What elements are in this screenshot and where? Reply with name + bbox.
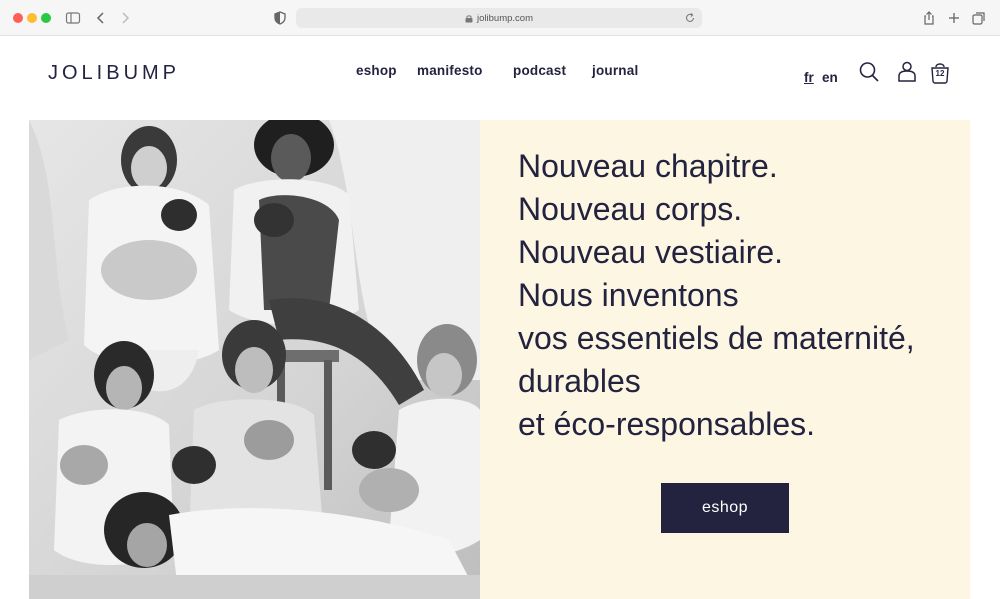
nav-podcast[interactable]: podcast: [513, 63, 566, 78]
headline-line: Nouveau vestiaire.: [518, 234, 784, 270]
forward-icon[interactable]: [116, 9, 134, 27]
url-text: jolibump.com: [477, 12, 533, 24]
cart-count-badge: 12: [935, 69, 945, 78]
search-icon[interactable]: [858, 60, 880, 84]
hero-panel: Nouveau chapitre. Nouveau corps. Nouveau…: [480, 120, 970, 599]
hero-image: [29, 120, 480, 599]
browser-toolbar: jolibump.com: [0, 0, 1000, 36]
back-icon[interactable]: [92, 9, 110, 27]
headline-line: Nous inventons: [518, 277, 739, 313]
hero-headline: Nouveau chapitre. Nouveau corps. Nouveau…: [518, 145, 968, 446]
nav-manifesto[interactable]: manifesto: [417, 63, 483, 78]
headline-line: Nouveau corps.: [518, 191, 743, 227]
lock-icon: [465, 14, 473, 22]
hero-photo: [29, 120, 480, 599]
language-en-link[interactable]: en: [822, 70, 838, 85]
headline-line: Nouveau chapitre.: [518, 148, 778, 184]
close-window-button[interactable]: [13, 13, 23, 23]
new-tab-icon[interactable]: [945, 9, 963, 27]
maximize-window-button[interactable]: [41, 13, 51, 23]
share-icon[interactable]: [920, 9, 938, 27]
language-fr-link[interactable]: fr: [804, 70, 814, 85]
eshop-cta-button[interactable]: eshop: [661, 483, 789, 533]
address-bar[interactable]: jolibump.com: [296, 8, 702, 28]
cart-icon[interactable]: 12: [930, 60, 950, 84]
reload-icon[interactable]: [684, 12, 696, 24]
headline-line: et éco-responsables.: [518, 406, 816, 442]
sidebar-icon[interactable]: [64, 9, 82, 27]
account-icon[interactable]: [896, 60, 918, 84]
nav-journal[interactable]: journal: [592, 63, 638, 78]
minimize-window-button[interactable]: [27, 13, 37, 23]
privacy-shield-icon[interactable]: [271, 9, 289, 27]
nav-eshop[interactable]: eshop: [356, 63, 397, 78]
headline-line: durables: [518, 363, 641, 399]
headline-line: vos essentiels de maternité,: [518, 320, 915, 356]
site-logo[interactable]: JOLIBUMP: [48, 62, 180, 85]
tab-overview-icon[interactable]: [970, 9, 988, 27]
